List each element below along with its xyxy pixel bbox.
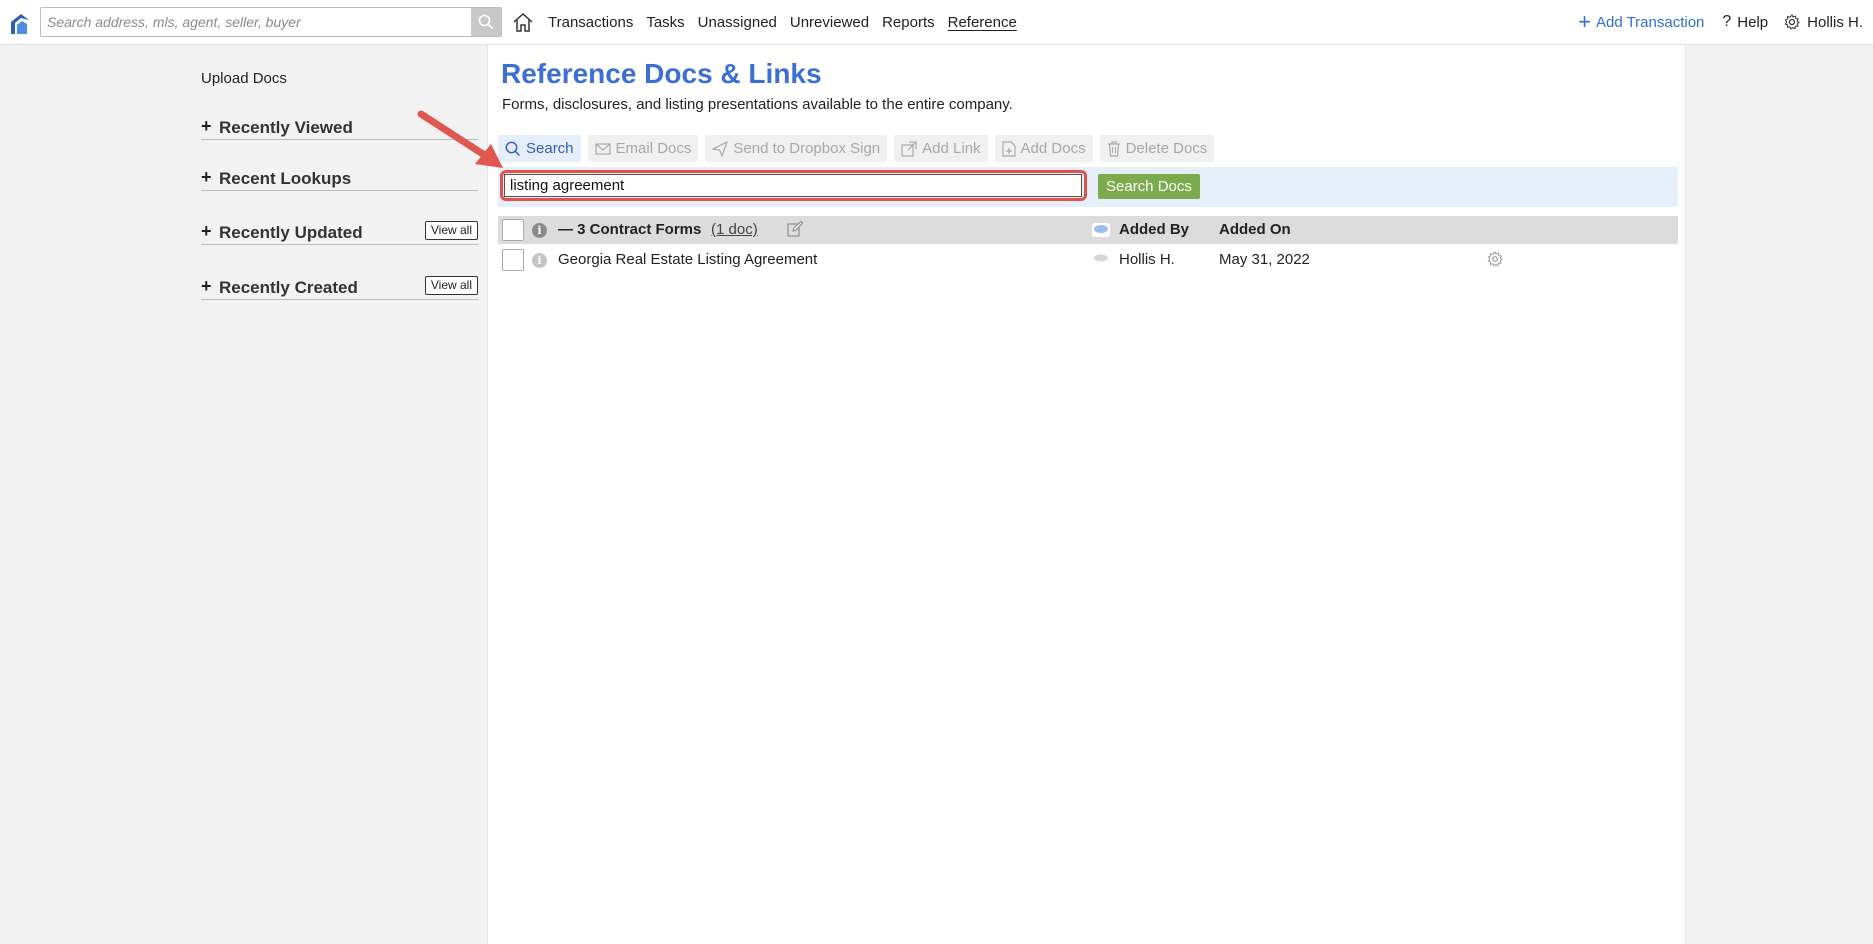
email-docs-label: Email Docs [615,140,692,157]
page-subtitle: Forms, disclosures, and listing presenta… [502,96,1013,113]
send-icon [712,140,729,157]
section-title: Recently Updated [219,223,363,242]
send-dropbox-sign-button[interactable]: Send to Dropbox Sign [705,135,888,162]
main-panel: Reference Docs & Links Forms, disclosure… [487,45,1686,944]
doc-added-on: May 31, 2022 [1219,251,1310,268]
nav-unassigned[interactable]: Unassigned [698,14,777,31]
add-transaction-label: Add Transaction [1595,13,1705,31]
global-search-input[interactable] [41,8,473,36]
comment-icon[interactable] [1092,253,1110,265]
table-row: i Georgia Real Estate Listing Agreement … [498,246,1678,274]
view-all-button[interactable]: View all [424,276,478,295]
expand-icon: + [201,276,212,296]
envelope-icon [594,142,611,155]
global-search [40,7,502,37]
column-added-on[interactable]: Added On [1219,221,1291,238]
top-bar: Transactions Tasks Unassigned Unreviewed… [0,0,1873,45]
collapse-icon: — [558,221,573,238]
user-menu[interactable]: Hollis H. [1784,14,1863,31]
add-docs-button[interactable]: Add Docs [994,135,1093,162]
recently-updated-section[interactable]: + Recently Updated View all [201,219,478,245]
user-name: Hollis H. [1807,13,1863,31]
external-link-icon [901,140,917,157]
edit-icon[interactable] [787,221,803,237]
row-checkbox[interactable] [502,249,524,271]
section-title: Recent Lookups [219,169,352,188]
upload-docs-link[interactable]: Upload Docs [201,70,287,87]
add-link-label: Add Link [922,140,981,157]
nav-reference[interactable]: Reference [948,14,1017,31]
doc-added-by: Hollis H. [1119,251,1175,268]
group-doc-count[interactable]: (1 doc) [711,221,758,238]
expand-icon: + [201,167,212,187]
delete-docs-button[interactable]: Delete Docs [1099,135,1215,162]
select-all-checkbox[interactable] [502,219,524,241]
settings-gear-icon[interactable] [1487,251,1503,267]
search-docs-button[interactable]: Search Docs [1098,174,1200,199]
section-title: Recently Created [219,278,358,297]
search-tab-label: Search [526,140,574,157]
doc-toolbar: Search Email Docs Send to Dropbox Sign A… [498,135,1221,162]
home-icon[interactable] [512,11,534,33]
main-nav: Transactions Tasks Unassigned Unreviewed… [548,0,1030,44]
global-search-button[interactable] [471,8,501,36]
right-nav: + Add Transaction ? Help Hollis H. [1578,0,1873,44]
plus-icon: + [1578,9,1591,34]
search-tab-button[interactable]: Search [498,135,581,162]
recent-lookups-section[interactable]: + Recent Lookups [201,165,478,191]
add-link-button[interactable]: Add Link [894,135,988,162]
section-title: Recently Viewed [219,118,353,137]
search-icon [478,14,494,30]
gear-icon [1784,14,1801,30]
add-docs-label: Add Docs [1020,140,1086,157]
question-icon: ? [1722,13,1732,30]
file-plus-icon [1001,140,1016,157]
doc-search-input[interactable] [504,174,1082,197]
search-icon [505,141,520,156]
help-label: Help [1737,13,1769,31]
nav-tasks[interactable]: Tasks [646,14,684,31]
send-dropbox-label: Send to Dropbox Sign [733,140,881,157]
email-docs-button[interactable]: Email Docs [587,135,699,162]
group-title-text: 3 Contract Forms [577,221,702,238]
expand-icon: + [201,221,212,241]
nav-transactions[interactable]: Transactions [548,14,633,31]
info-icon[interactable]: i [532,253,547,268]
delete-docs-label: Delete Docs [1125,140,1208,157]
nav-reports[interactable]: Reports [882,14,935,31]
comment-icon[interactable] [1092,223,1110,237]
doc-name[interactable]: Georgia Real Estate Listing Agreement [558,251,817,268]
doc-search-row: Search Docs [498,167,1678,207]
trash-icon [1107,140,1120,157]
expand-icon: + [201,116,212,136]
recently-viewed-section[interactable]: + Recently Viewed [201,114,478,140]
group-header-row: i — 3 Contract Forms (1 doc) Added By Ad… [498,216,1678,244]
column-added-by[interactable]: Added By [1119,221,1189,238]
recently-created-section[interactable]: + Recently Created View all [201,274,478,300]
logo-icon[interactable] [7,10,33,36]
nav-unreviewed[interactable]: Unreviewed [790,14,869,31]
help-button[interactable]: ? Help [1722,13,1768,31]
view-all-button[interactable]: View all [424,221,478,240]
page-title: Reference Docs & Links [501,58,822,89]
add-transaction-button[interactable]: + Add Transaction [1578,11,1704,33]
group-title[interactable]: — 3 Contract Forms [558,221,701,238]
info-icon[interactable]: i [532,223,547,238]
